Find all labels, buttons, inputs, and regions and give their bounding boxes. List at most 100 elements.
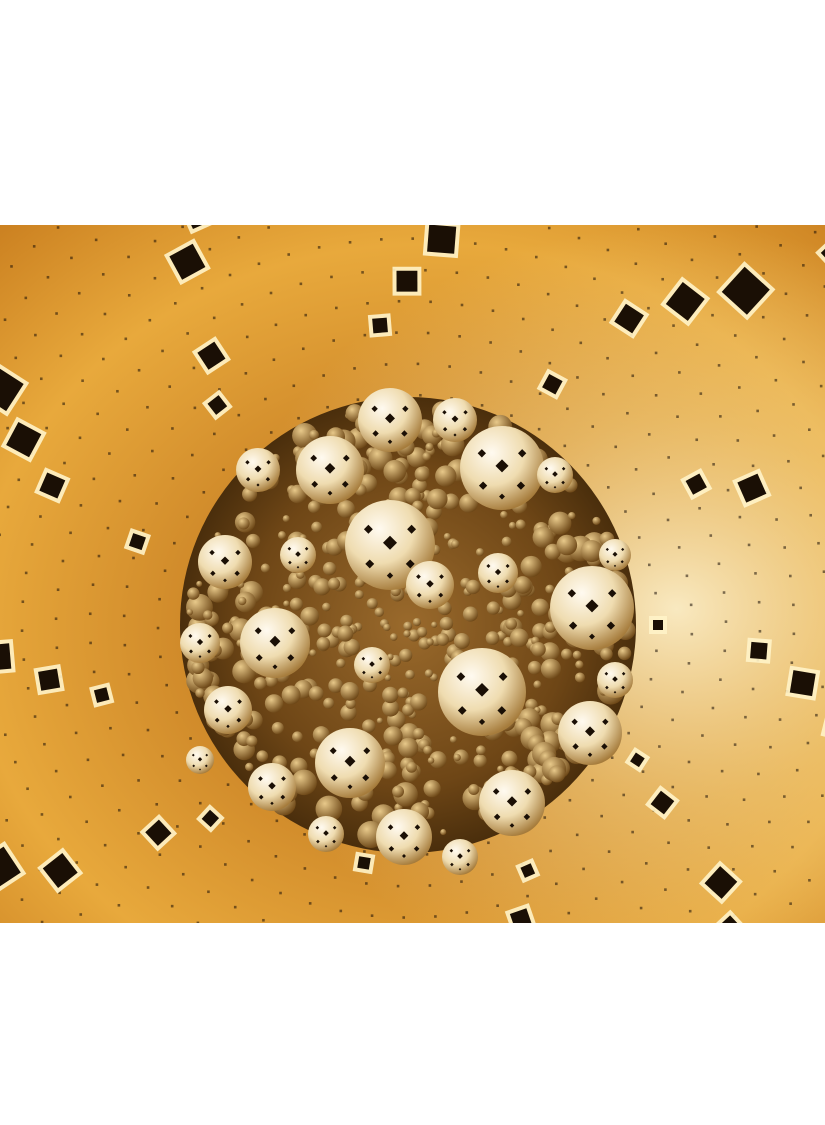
small-sphere [416, 626, 428, 638]
wall-dot [575, 304, 579, 308]
small-sphere [187, 587, 200, 600]
wall-dot [575, 833, 579, 837]
wall-dot [783, 546, 786, 549]
wall-dot [303, 867, 307, 870]
wall-dot [424, 268, 427, 272]
small-sphere [439, 616, 454, 631]
large-sphere [296, 436, 364, 504]
wall-dot [606, 248, 610, 252]
small-sphere [316, 636, 331, 651]
wall-dot [606, 356, 609, 360]
wall-dot [537, 427, 541, 431]
wall-dot [567, 911, 571, 915]
wall-dot [175, 711, 179, 714]
wall-dot [563, 444, 567, 448]
wall-dot [118, 499, 122, 503]
wall-dot [124, 337, 128, 341]
wall-dot [757, 772, 760, 776]
window-hole [357, 856, 371, 870]
wall-dot [297, 416, 300, 420]
wall-dot [654, 351, 658, 355]
wall-dot [123, 643, 127, 647]
wall-dot [94, 238, 98, 242]
wall-dot [170, 904, 174, 908]
small-sphere [451, 539, 460, 549]
wall-dot [59, 354, 63, 358]
wall-dot [370, 914, 374, 917]
small-sphere [340, 614, 353, 628]
wall-dot [287, 253, 291, 256]
wall-dot [624, 510, 627, 513]
small-sphere [548, 765, 566, 783]
wall-dot [664, 242, 667, 246]
small-sphere [374, 607, 384, 617]
wall-dot [159, 655, 162, 659]
window-hole [396, 270, 418, 292]
wall-dot [473, 242, 477, 245]
wall-dot [733, 743, 737, 746]
large-sphere [460, 426, 544, 510]
small-sphere [617, 646, 632, 661]
wall-dot [647, 306, 650, 310]
wall-dot [773, 869, 777, 873]
wall-dot [92, 670, 96, 674]
wall-dot [366, 302, 369, 305]
small-sphere [422, 452, 431, 461]
small-sphere [533, 680, 542, 689]
wall-dot [808, 878, 811, 882]
wall-dot [233, 905, 237, 909]
wall-dot [155, 502, 158, 505]
wall-dot [667, 456, 670, 459]
small-sphere [322, 602, 331, 612]
small-sphere [308, 686, 324, 701]
wall-dot [132, 556, 135, 560]
wall-dot [784, 292, 788, 296]
wall-dot [135, 701, 139, 704]
wall-dot [3, 733, 7, 737]
wall-dot [775, 518, 778, 521]
wall-dot [711, 706, 715, 710]
wall-dot [40, 920, 44, 923]
wall-dot [363, 333, 367, 337]
wall-dot [62, 402, 65, 406]
wall-dot [189, 737, 192, 740]
wall-dot [161, 349, 164, 353]
wall-dot [257, 262, 261, 266]
small-sphere [383, 459, 407, 483]
small-sphere [468, 784, 480, 796]
small-sphere [186, 608, 193, 616]
wall-dot [142, 528, 145, 532]
small-sphere [509, 628, 529, 648]
fractal-artwork [0, 225, 825, 923]
small-sphere [540, 658, 562, 679]
wall-dot [33, 715, 37, 718]
wall-dot [720, 769, 724, 773]
wall-dot [719, 415, 722, 418]
wall-dot [171, 477, 175, 480]
wall-dot [712, 463, 715, 466]
large-sphere [358, 388, 422, 452]
small-sphere [392, 785, 405, 798]
small-sphere [462, 606, 478, 622]
wall-dot [193, 406, 197, 410]
large-sphere [198, 535, 252, 589]
wall-dot [655, 649, 658, 653]
large-sphere [406, 561, 454, 609]
small-sphere [354, 590, 364, 600]
wall-dot [402, 916, 406, 919]
wall-dot [726, 823, 729, 826]
wall-dot [101, 273, 105, 276]
wall-dot [591, 778, 594, 782]
wall-dot [137, 368, 141, 372]
small-sphere [423, 780, 441, 798]
small-sphere [412, 617, 422, 627]
large-sphere [280, 537, 316, 573]
wall-dot [101, 784, 104, 787]
wall-dot [690, 632, 694, 636]
small-sphere [323, 697, 335, 709]
wall-dot [146, 405, 149, 409]
wall-dot [751, 464, 755, 468]
wall-dot [805, 314, 809, 317]
wall-dot [103, 843, 107, 847]
small-sphere [531, 642, 546, 657]
